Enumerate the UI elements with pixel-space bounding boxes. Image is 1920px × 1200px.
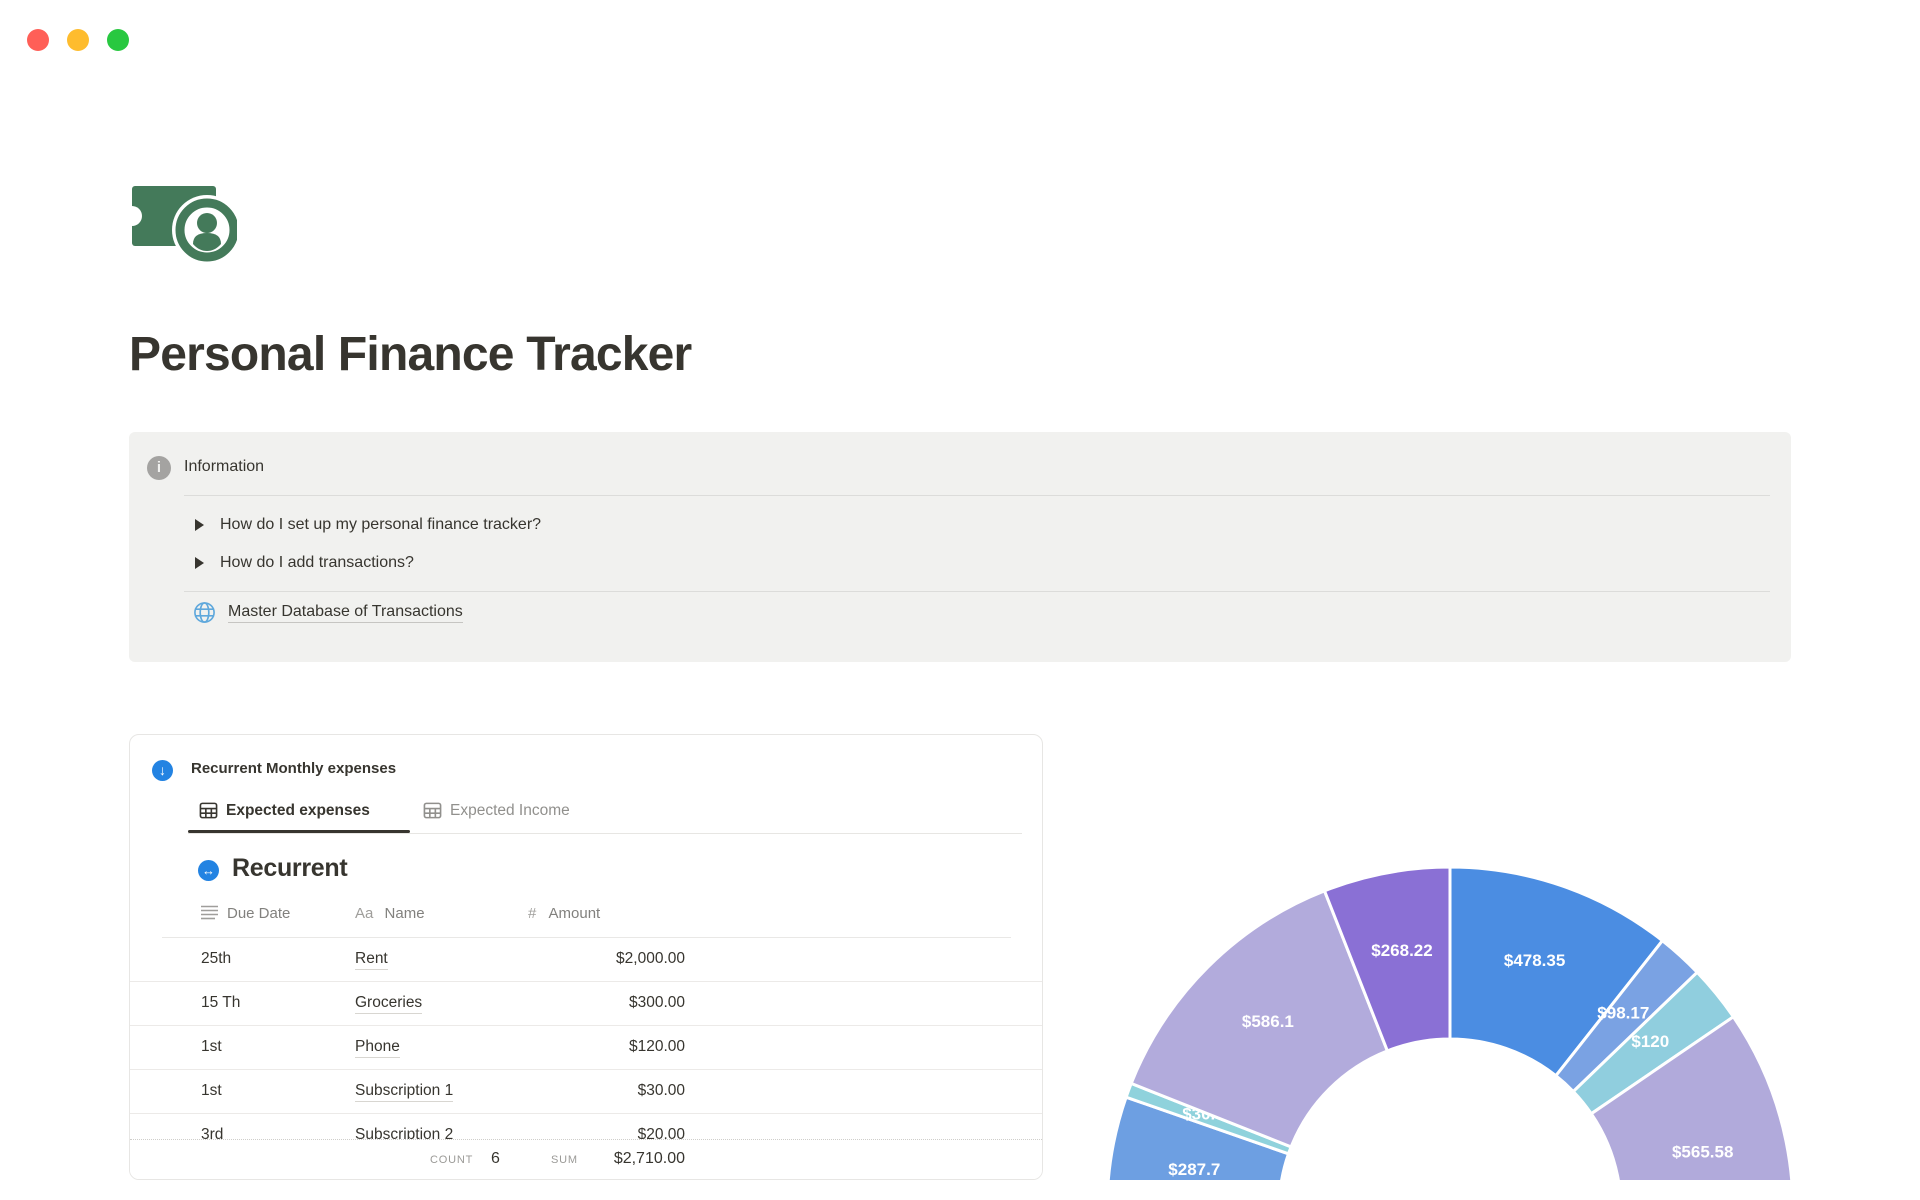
toggle-add-transactions-question[interactable]: How do I add transactions? bbox=[195, 552, 414, 574]
donut-segment-label: $586.1 bbox=[1242, 1012, 1294, 1031]
table-row[interactable]: 15 Th Groceries $300.00 bbox=[130, 982, 1042, 1026]
lines-icon bbox=[201, 905, 218, 920]
tab-expected-expenses[interactable]: Expected expenses bbox=[199, 801, 370, 820]
sum-label[interactable]: SUM bbox=[551, 1154, 578, 1166]
amount-cell[interactable]: $2,000.00 bbox=[525, 950, 685, 968]
table-footer: COUNT 6 SUM $2,710.00 bbox=[130, 1139, 1042, 1179]
number-hash-icon: # bbox=[528, 905, 537, 922]
amount-cell[interactable]: $120.00 bbox=[525, 1038, 685, 1056]
due-date-cell[interactable]: 15 Th bbox=[201, 994, 240, 1012]
tab-expected-income[interactable]: Expected Income bbox=[423, 801, 570, 820]
due-date-cell[interactable]: 25th bbox=[201, 950, 231, 968]
column-header-name[interactable]: Aa Name bbox=[355, 905, 425, 922]
amount-cell[interactable]: $30.00 bbox=[525, 1082, 685, 1100]
due-date-cell[interactable]: 1st bbox=[201, 1038, 222, 1056]
window-minimize-button[interactable] bbox=[67, 29, 89, 51]
window-close-button[interactable] bbox=[27, 29, 49, 51]
divider bbox=[184, 495, 1770, 496]
donut-segment-label: $565.58 bbox=[1672, 1142, 1733, 1161]
table-rows: 25th Rent $2,000.00 15 Th Groceries $300.00 1s… bbox=[130, 938, 1042, 1139]
table-row[interactable]: 3rd Subscription 2 $20.00 bbox=[130, 1114, 1042, 1139]
money-banknote-icon bbox=[122, 186, 242, 265]
toggle-triangle-icon[interactable] bbox=[195, 519, 204, 531]
table-row[interactable]: 1st Subscription 1 $30.00 bbox=[130, 1070, 1042, 1114]
page-icon[interactable] bbox=[122, 184, 242, 265]
Aa-title-icon: Aa bbox=[355, 905, 374, 922]
table-icon bbox=[199, 802, 218, 819]
count-label[interactable]: COUNT bbox=[430, 1154, 473, 1166]
amount-cell[interactable]: $300.00 bbox=[525, 994, 685, 1012]
window-zoom-button[interactable] bbox=[107, 29, 129, 51]
tab-label[interactable]: Expected Income bbox=[450, 802, 570, 820]
master-database-link[interactable]: Master Database of Transactions bbox=[193, 601, 463, 624]
name-cell-link[interactable]: Subscription 1 bbox=[355, 1082, 454, 1102]
card-title: Recurrent Monthly expenses bbox=[191, 760, 397, 777]
table-column-headers: Due Date Aa Name # Amount bbox=[130, 900, 1042, 930]
amount-cell[interactable]: $20.00 bbox=[525, 1126, 685, 1139]
expenses-donut-chart: $478.35$98.17$120$565.58$287.7$30.68$586… bbox=[1106, 865, 1794, 1180]
name-cell-link[interactable]: Groceries bbox=[355, 994, 423, 1014]
donut-segment-label: $98.17 bbox=[1597, 1003, 1649, 1022]
name-cell-link[interactable]: Rent bbox=[355, 950, 388, 970]
information-callout: i Information How do I set up my persona… bbox=[129, 432, 1791, 662]
down-arrow-circle-icon: ↓ bbox=[152, 760, 173, 781]
page-canvas: { "window": { "traffic_lights": [ {"name… bbox=[0, 0, 1920, 1200]
tab-label[interactable]: Expected expenses bbox=[226, 802, 370, 820]
toggle-setup-question[interactable]: How do I set up my personal finance trac… bbox=[195, 514, 541, 536]
active-tab-indicator bbox=[188, 830, 410, 833]
column-header-amount[interactable]: # Amount bbox=[528, 905, 600, 922]
table-row[interactable]: 25th Rent $2,000.00 bbox=[130, 938, 1042, 982]
table-row[interactable]: 1st Phone $120.00 bbox=[130, 1026, 1042, 1070]
info-icon: i bbox=[147, 456, 171, 480]
toggle-triangle-icon[interactable] bbox=[195, 557, 204, 569]
due-date-cell[interactable]: 1st bbox=[201, 1082, 222, 1100]
tab-track bbox=[188, 833, 1022, 834]
donut-segment-label: $478.35 bbox=[1504, 951, 1565, 970]
divider bbox=[184, 591, 1770, 592]
due-date-cell[interactable]: 3rd bbox=[201, 1126, 223, 1139]
recurrent-section-heading: Recurrent bbox=[232, 854, 348, 882]
donut-segment-label: $120 bbox=[1631, 1032, 1669, 1051]
globe-icon bbox=[194, 602, 215, 623]
count-value: 6 bbox=[491, 1150, 500, 1167]
table-icon bbox=[423, 802, 442, 819]
callout-title: Information bbox=[184, 458, 265, 475]
donut-segment-label: $268.22 bbox=[1371, 941, 1432, 960]
recurrent-expenses-card: ↓ Recurrent Monthly expenses Expected ex… bbox=[129, 734, 1043, 1180]
column-header-due-date[interactable]: Due Date bbox=[201, 905, 290, 922]
name-cell-link[interactable]: Subscription 2 bbox=[355, 1126, 453, 1139]
toggle-label: How do I add transactions? bbox=[220, 554, 414, 571]
donut-segment-label: $287.7 bbox=[1168, 1160, 1220, 1179]
name-cell-link[interactable]: Phone bbox=[355, 1038, 400, 1058]
link-label[interactable]: Master Database of Transactions bbox=[228, 603, 463, 623]
page-title: Personal Finance Tracker bbox=[129, 328, 692, 381]
toggle-label: How do I set up my personal finance trac… bbox=[220, 516, 542, 533]
left-right-arrow-circle-icon: ↔ bbox=[198, 860, 219, 881]
sum-value: $2,710.00 bbox=[613, 1150, 685, 1167]
